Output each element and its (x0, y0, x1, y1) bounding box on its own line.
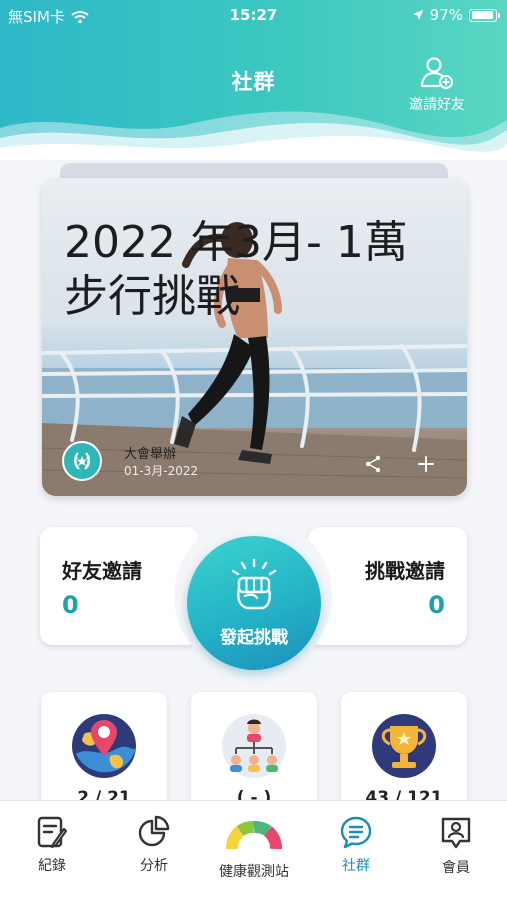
tab-member[interactable]: 會員 (406, 815, 506, 877)
launch-challenge-label: 發起挑戰 (220, 628, 288, 648)
status-bar: 無SIM卡 15:27 97% (0, 4, 507, 28)
tab-record[interactable]: 紀錄 (2, 815, 102, 875)
group-hierarchy-icon (222, 714, 286, 778)
pie-chart-icon (138, 815, 170, 847)
invite-friends-label: 邀請好友 (409, 97, 465, 113)
share-icon[interactable] (365, 455, 381, 473)
invite-friends-button[interactable]: 邀請好友 (399, 56, 475, 114)
challenge-invites-label: 挑戰邀請 (365, 559, 445, 583)
chat-icon (340, 816, 372, 849)
tab-analysis[interactable]: 分析 (104, 815, 204, 875)
tab-bar: 紀錄 分析 健康觀測站 社群 會員 (0, 800, 507, 900)
record-icon (37, 816, 68, 849)
status-right: 97% (412, 6, 500, 24)
friend-invites-count: 0 (62, 591, 79, 619)
plus-icon[interactable] (417, 455, 435, 473)
challenge-invites-count: 0 (428, 591, 445, 619)
laurel-icon (73, 452, 91, 470)
trophy-icon (372, 714, 436, 778)
friend-invites-label: 好友邀請 (62, 559, 142, 583)
tab-health-station-label: 健康觀測站 (219, 864, 289, 880)
battery-percent: 97% (429, 6, 463, 24)
challenge-banner-card[interactable]: 2022 年3月- 1萬步行挑戰 大會舉辦 01-3月-2022 (42, 178, 467, 496)
tab-analysis-label: 分析 (140, 858, 168, 874)
challenge-invites-card[interactable]: 挑戰邀請 0 (308, 527, 467, 645)
challenge-date: 01-3月-2022 (124, 464, 199, 478)
header: 無SIM卡 15:27 97% 社群 邀請好友 (0, 0, 507, 160)
tab-record-label: 紀錄 (38, 858, 66, 874)
organizer-logo (62, 441, 102, 481)
fist-icon (231, 558, 277, 610)
tab-health-station[interactable]: 健康觀測站 (204, 815, 304, 881)
organizer-name: 大會舉辦 (124, 447, 177, 462)
add-user-icon (420, 57, 453, 89)
member-icon (441, 817, 471, 849)
gauge-icon (226, 821, 282, 855)
tab-community[interactable]: 社群 (306, 815, 406, 875)
battery-icon (469, 8, 500, 22)
tab-member-label: 會員 (442, 860, 470, 876)
tab-community-label: 社群 (342, 858, 370, 874)
challenge-title: 2022 年3月- 1萬步行挑戰 (64, 217, 408, 322)
launch-challenge-button[interactable]: 發起挑戰 (187, 536, 321, 670)
location-globe-icon (72, 714, 136, 778)
location-arrow-icon (412, 10, 423, 20)
